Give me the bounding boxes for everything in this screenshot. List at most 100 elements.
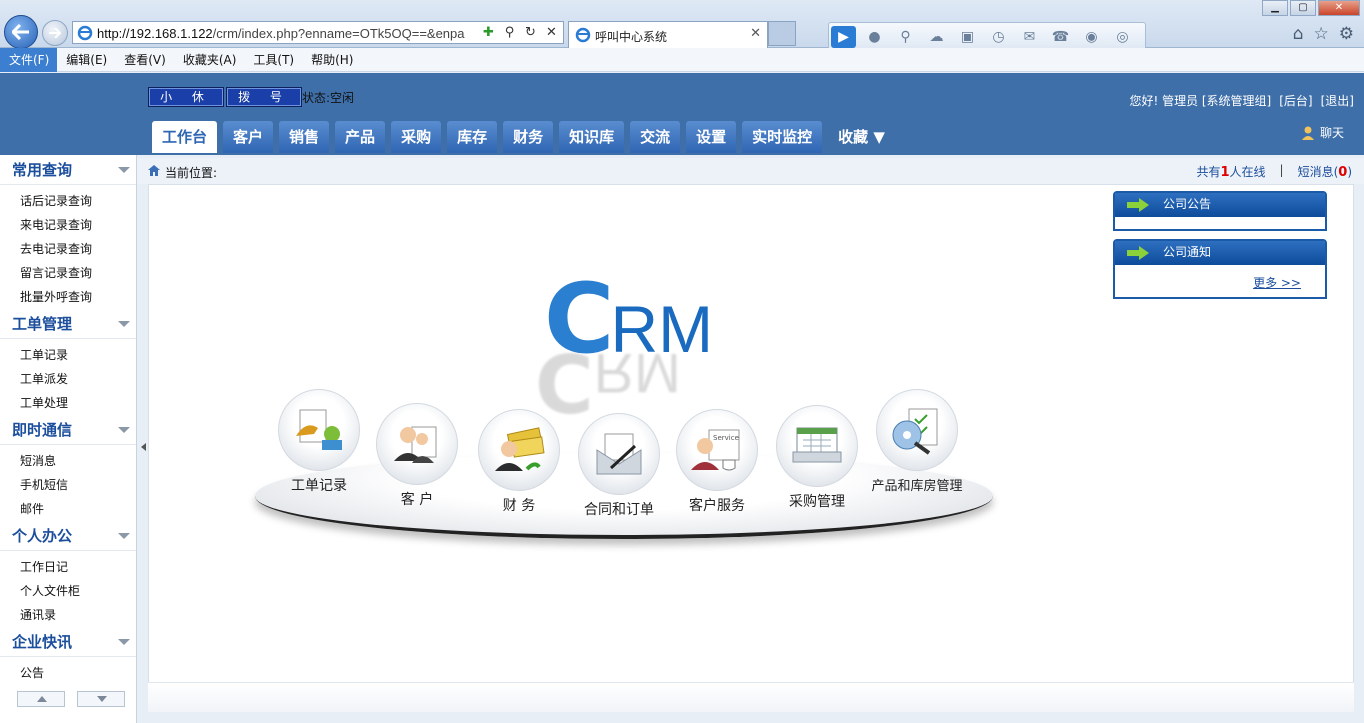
- sidebar-item[interactable]: 工单处理: [0, 391, 136, 415]
- sidebar-item[interactable]: 工单记录: [0, 343, 136, 367]
- main-content: CRM CRM 工单记录 客 户 财 务 合同和订单 Service 客户服务 …: [148, 184, 1354, 712]
- sidebar-section-news[interactable]: 企业快讯: [0, 627, 136, 657]
- tab-close-icon[interactable]: ✕: [750, 26, 761, 41]
- sidebar-item[interactable]: 短消息: [0, 449, 136, 473]
- browser-tab[interactable]: 呼叫中心系统 ✕: [568, 21, 768, 48]
- refresh-icon[interactable]: ↻: [523, 25, 538, 40]
- phone-icon[interactable]: ☎: [1048, 26, 1073, 48]
- dial-button[interactable]: 拨 号: [226, 87, 302, 107]
- tab-knowledge[interactable]: 知识库: [559, 121, 625, 153]
- module-contract[interactable]: 合同和订单: [569, 413, 669, 519]
- menu-view[interactable]: 查看(V): [115, 48, 174, 72]
- search-icon[interactable]: ⚲: [502, 25, 517, 40]
- chat-icon: [1301, 126, 1314, 140]
- finance-icon: [495, 427, 545, 471]
- tab-purchase[interactable]: 采购: [391, 121, 442, 153]
- back-button[interactable]: [4, 15, 38, 49]
- breadcrumb-right: 共有1人在线 | 短消息(0): [1196, 163, 1352, 180]
- sidebar-scroll-buttons: [17, 691, 125, 707]
- sidebar-section-im[interactable]: 即时通信: [0, 415, 136, 445]
- sidebar-item[interactable]: 工作日记: [0, 555, 136, 579]
- maximize-icon[interactable]: ▢: [1290, 0, 1316, 16]
- minimize-icon[interactable]: ▁: [1262, 0, 1288, 16]
- logout-link[interactable]: [退出]: [1321, 92, 1354, 109]
- sidebar-item[interactable]: 留言记录查询: [0, 261, 136, 285]
- module-finance[interactable]: 财 务: [469, 409, 569, 515]
- collapse-caret-icon: [118, 533, 130, 539]
- collapse-caret-icon: [118, 321, 130, 327]
- menu-favorites[interactable]: 收藏夹(A): [174, 48, 245, 72]
- globe-icon[interactable]: ◎: [1110, 26, 1135, 48]
- product-warehouse-icon: [892, 408, 938, 455]
- chat-icon[interactable]: ◉: [1079, 26, 1104, 48]
- sidebar-item[interactable]: 批量外呼查询: [0, 285, 136, 309]
- panel-header: 公司公告: [1115, 193, 1325, 217]
- stop-icon[interactable]: ✕: [544, 25, 559, 40]
- company-announcement-panel: 公司公告: [1113, 191, 1327, 231]
- star-icon[interactable]: ☆: [1314, 24, 1329, 44]
- menu-tools[interactable]: 工具(T): [244, 48, 302, 72]
- clock-icon[interactable]: ◷: [986, 26, 1011, 48]
- sidebar-item[interactable]: 来电记录查询: [0, 213, 136, 237]
- menu-help[interactable]: 帮助(H): [302, 48, 361, 72]
- home-icon[interactable]: ⌂: [1293, 24, 1304, 44]
- module-workorder[interactable]: 工单记录: [269, 389, 369, 495]
- tab-settings[interactable]: 设置: [686, 121, 737, 153]
- sidebar-item[interactable]: 通讯录: [0, 603, 136, 627]
- sidebar-item[interactable]: 工单派发: [0, 367, 136, 391]
- gear-icon[interactable]: ⚙: [1339, 24, 1354, 44]
- url-text: http://192.168.1.122/crm/index.php?ennam…: [97, 26, 465, 41]
- tab-title: 呼叫中心系统: [595, 30, 668, 44]
- sidebar-item[interactable]: 话后记录查询: [0, 189, 136, 213]
- close-window-icon[interactable]: ✕: [1318, 0, 1360, 16]
- sidebar-item[interactable]: 邮件: [0, 497, 136, 521]
- tab-monitor[interactable]: 实时监控: [742, 121, 823, 153]
- window-icon[interactable]: ▣: [955, 26, 980, 48]
- module-customer[interactable]: 客 户: [367, 403, 467, 509]
- collapse-caret-icon: [118, 639, 130, 645]
- backend-link[interactable]: [后台]: [1279, 92, 1312, 109]
- module-product-warehouse[interactable]: 产品和库房管理: [857, 389, 977, 494]
- tab-inventory[interactable]: 库存: [447, 121, 498, 153]
- address-bar[interactable]: http://192.168.1.122/crm/index.php?ennam…: [72, 21, 564, 44]
- scroll-up-button[interactable]: [17, 691, 65, 707]
- tab-finance[interactable]: 财务: [503, 121, 554, 153]
- menu-file[interactable]: 文件(F): [0, 47, 58, 72]
- sidebar: 常用查询 话后记录查询 来电记录查询 去电记录查询 留言记录查询 批量外呼查询 …: [0, 155, 137, 723]
- mail-icon[interactable]: ✉: [1017, 26, 1042, 48]
- sidebar-item[interactable]: 公告: [0, 661, 136, 685]
- more-link[interactable]: 更多 >>: [1253, 274, 1301, 291]
- sidebar-item[interactable]: 手机短信: [0, 473, 136, 497]
- procurement-icon: [792, 427, 842, 463]
- online-users[interactable]: 共有1人在线: [1196, 163, 1265, 180]
- chat-link[interactable]: 聊天: [1300, 124, 1344, 141]
- search-icon[interactable]: ⚲: [893, 26, 918, 48]
- play-icon[interactable]: ▶: [831, 26, 856, 48]
- tab-favorites[interactable]: 收藏 ▼: [828, 121, 895, 153]
- sms-link[interactable]: 短消息(0): [1298, 163, 1352, 180]
- sidebar-section-query[interactable]: 常用查询: [0, 155, 136, 185]
- tab-communication[interactable]: 交流: [630, 121, 681, 153]
- sidebar-item[interactable]: 个人文件柜: [0, 579, 136, 603]
- sidebar-section-workorder[interactable]: 工单管理: [0, 309, 136, 339]
- new-tab-button[interactable]: [768, 21, 796, 46]
- arrow-left-icon: [12, 24, 29, 40]
- browser-right-icons: ⌂ ☆ ⚙: [1293, 24, 1354, 44]
- user-icon[interactable]: ●: [862, 26, 887, 48]
- scroll-down-button[interactable]: [77, 691, 125, 707]
- hold-button[interactable]: 小 休: [148, 87, 224, 107]
- tab-sales[interactable]: 销售: [279, 121, 330, 153]
- menu-edit[interactable]: 编辑(E): [57, 48, 115, 72]
- tab-product[interactable]: 产品: [335, 121, 386, 153]
- collapse-caret-icon: [118, 167, 130, 173]
- tab-workbench[interactable]: 工作台: [152, 121, 218, 153]
- sidebar-item[interactable]: 去电记录查询: [0, 237, 136, 261]
- tab-customer[interactable]: 客户: [223, 121, 274, 153]
- compat-view-icon[interactable]: ✚: [481, 25, 496, 40]
- forward-button[interactable]: [42, 20, 68, 46]
- module-service[interactable]: Service 客户服务: [667, 409, 767, 515]
- cloud-icon[interactable]: ☁: [924, 26, 949, 48]
- sidebar-collapse-icon[interactable]: [141, 443, 146, 451]
- sidebar-section-office[interactable]: 个人办公: [0, 521, 136, 551]
- module-procurement[interactable]: 采购管理: [767, 405, 867, 511]
